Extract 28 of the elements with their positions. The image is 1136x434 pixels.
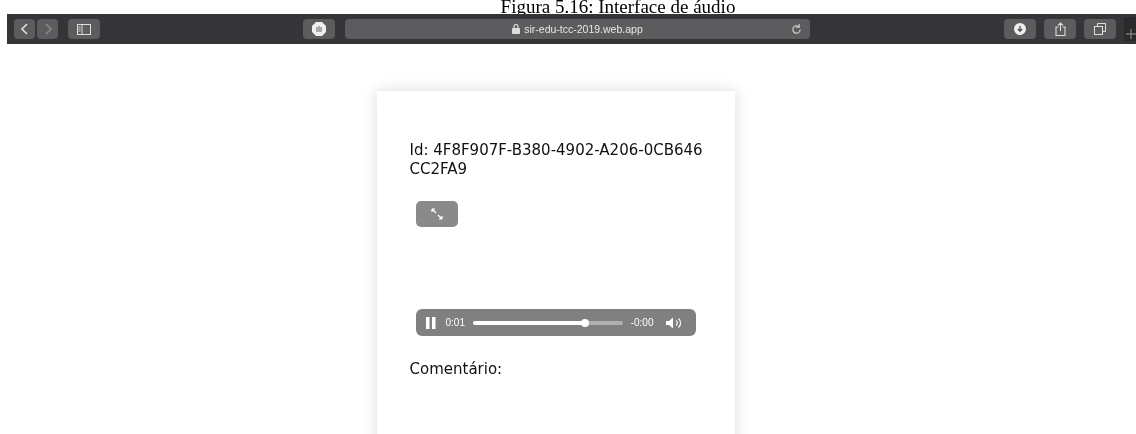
progress-track[interactable] (472, 320, 623, 325)
expand-button[interactable] (415, 201, 458, 227)
lock-icon (512, 24, 521, 34)
tabs-icon (1094, 23, 1106, 35)
download-button[interactable] (1004, 19, 1036, 39)
forward-icon (43, 23, 52, 35)
back-button[interactable] (14, 19, 35, 39)
url-text: sir-edu-tcc-2019.web.app (524, 23, 643, 35)
volume-icon[interactable] (665, 316, 684, 329)
pause-button[interactable] (425, 316, 436, 329)
ad-block-button[interactable] (303, 19, 335, 39)
sidebar-icon (77, 23, 91, 35)
sidebar-button[interactable] (68, 19, 100, 39)
share-button[interactable] (1044, 19, 1076, 39)
download-icon (1014, 23, 1026, 35)
elapsed-time: 0:01 (445, 317, 465, 328)
address-bar[interactable]: sir-edu-tcc-2019.web.app (345, 19, 810, 39)
plus-icon (1126, 29, 1136, 39)
comment-label: Comentário: (409, 360, 504, 378)
reload-icon[interactable] (791, 23, 802, 35)
id-label: Id: 4F8F907F-B380-4902-A206-0CB646CC2FA9 (409, 141, 704, 179)
expand-icon (430, 208, 443, 220)
back-icon (20, 23, 29, 35)
tabs-button[interactable] (1084, 19, 1116, 39)
new-tab-button[interactable] (1124, 17, 1136, 41)
remaining-time: -0:00 (630, 317, 654, 328)
progress-thumb[interactable] (581, 318, 590, 327)
share-icon (1054, 22, 1066, 36)
